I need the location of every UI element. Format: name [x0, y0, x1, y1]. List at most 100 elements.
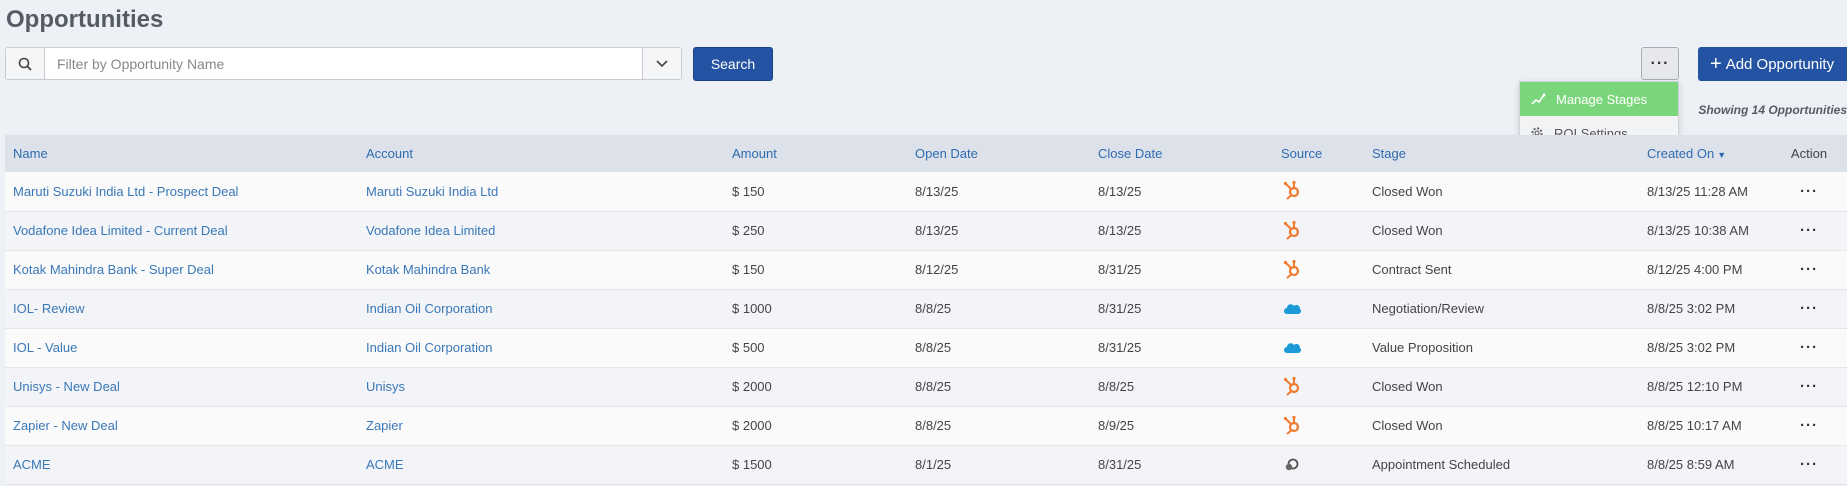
open-date-cell: 8/12/25 [915, 262, 959, 277]
chevron-down-icon[interactable] [642, 48, 681, 79]
source-cell [1273, 328, 1364, 367]
source-cell [1273, 211, 1364, 250]
account-link[interactable]: Zapier [358, 406, 724, 445]
stage-cell: Closed Won [1372, 223, 1443, 238]
source-cell [1273, 406, 1364, 445]
account-link[interactable]: Vodafone Idea Limited [358, 211, 724, 250]
opportunities-table: Name Account Amount Open Date Close Date… [5, 135, 1847, 485]
stage-cell: Negotiation/Review [1372, 301, 1485, 316]
account-link[interactable]: ACME [358, 445, 724, 484]
amount-cell: $ 150 [732, 262, 765, 277]
close-date-cell: 8/8/25 [1098, 379, 1135, 394]
source-cell [1273, 250, 1364, 289]
source-cell [1273, 172, 1364, 211]
created-on-cell: 8/13/25 11:28 AM [1647, 183, 1748, 199]
close-date-cell: 8/31/25 [1098, 457, 1142, 472]
row-actions-button[interactable]: ··· [1771, 211, 1847, 250]
hubspot-icon [1281, 219, 1303, 241]
row-actions-button[interactable]: ··· [1771, 172, 1847, 211]
add-opportunity-button[interactable]: + Add Opportunity [1698, 47, 1847, 81]
table-row[interactable]: IOL- Review Indian Oil Corporation $ 1000 8… [5, 289, 1847, 328]
opportunity-name-link[interactable]: IOL - Value [5, 328, 358, 367]
hubspot-icon [1281, 414, 1303, 436]
table-row[interactable]: Unisys - New Deal Unisys $ 2000 8/8/25 8/8/2… [5, 367, 1847, 406]
created-on-cell: 8/13/25 10:38 AM [1647, 223, 1749, 238]
close-date-cell: 8/31/25 [1098, 262, 1142, 277]
created-on-cell: 8/8/25 12:10 PM [1647, 379, 1743, 394]
row-actions-button[interactable]: ··· [1771, 328, 1847, 367]
open-date-cell: 8/1/25 [915, 457, 952, 472]
amount-cell: $ 2000 [732, 418, 772, 433]
col-header-open-date[interactable]: Open Date [907, 135, 1090, 172]
page-title: Opportunities [6, 6, 164, 33]
col-header-stage[interactable]: Stage [1364, 135, 1639, 172]
created-on-cell: 8/12/25 4:00 PM [1647, 262, 1743, 277]
col-header-created-on[interactable]: Created On ▼ [1639, 135, 1771, 172]
search-input[interactable] [45, 48, 642, 79]
table-row[interactable]: Maruti Suzuki India Ltd - Prospect Deal M… [5, 172, 1847, 211]
close-date-cell: 8/31/25 [1098, 301, 1142, 316]
stage-cell: Appointment Scheduled [1372, 457, 1511, 472]
table-row[interactable]: Kotak Mahindra Bank - Super Deal Kotak Ma… [5, 250, 1847, 289]
opportunity-name-link[interactable]: Zapier - New Deal [5, 406, 358, 445]
stage-cell: Closed Won [1372, 183, 1443, 199]
created-on-cell: 8/8/25 8:59 AM [1647, 457, 1735, 472]
account-link[interactable]: Indian Oil Corporation [358, 328, 724, 367]
table-row[interactable]: IOL - Value Indian Oil Corporation $ 500 8/… [5, 328, 1847, 367]
created-on-cell: 8/8/25 10:17 AM [1647, 418, 1742, 433]
table-row[interactable]: Vodafone Idea Limited - Current Deal Voda… [5, 211, 1847, 250]
search-icon[interactable] [6, 48, 45, 79]
row-actions-button[interactable]: ··· [1771, 406, 1847, 445]
col-header-source[interactable]: Source [1273, 135, 1364, 172]
amount-cell: $ 1500 [732, 457, 772, 472]
table-row[interactable]: Zapier - New Deal Zapier $ 2000 8/8/25 8/9/2… [5, 406, 1847, 445]
row-actions-button[interactable]: ··· [1771, 289, 1847, 328]
opportunity-name-link[interactable]: Kotak Mahindra Bank - Super Deal [5, 250, 358, 289]
search-group [5, 47, 682, 80]
row-actions-button[interactable]: ··· [1771, 250, 1847, 289]
amount-cell: $ 2000 [732, 379, 772, 394]
sort-desc-icon: ▼ [1717, 150, 1727, 160]
opportunity-name-link[interactable]: Vodafone Idea Limited - Current Deal [5, 211, 358, 250]
close-date-cell: 8/31/25 [1098, 340, 1142, 355]
opportunity-name-link[interactable]: ACME [5, 445, 358, 484]
row-actions-button[interactable]: ··· [1771, 445, 1847, 484]
col-header-action: Action [1790, 146, 1828, 161]
amount-cell: $ 150 [732, 183, 765, 199]
menu-item-manage-stages[interactable]: Manage Stages [1520, 82, 1678, 116]
results-count: Showing 14 Opportunities [1698, 103, 1847, 117]
opportunity-name-link[interactable]: IOL- Review [5, 289, 358, 328]
source-cell [1273, 445, 1364, 484]
opportunity-name-link[interactable]: Unisys - New Deal [5, 367, 358, 406]
table-header-row: Name Account Amount Open Date Close Date… [5, 135, 1847, 172]
col-header-amount[interactable]: Amount [724, 135, 907, 172]
account-link[interactable]: Maruti Suzuki India Ltd [358, 172, 724, 211]
account-link[interactable]: Indian Oil Corporation [358, 289, 724, 328]
open-date-cell: 8/8/25 [915, 340, 952, 355]
account-link[interactable]: Kotak Mahindra Bank [358, 250, 724, 289]
more-options-button[interactable]: ··· [1641, 47, 1679, 80]
open-date-cell: 8/8/25 [915, 379, 952, 394]
hubspot-icon [1281, 179, 1303, 201]
source-cell [1273, 367, 1364, 406]
hubspot-icon [1281, 258, 1303, 280]
created-on-cell: 8/8/25 3:02 PM [1647, 301, 1736, 316]
opportunity-name-link[interactable]: Maruti Suzuki India Ltd - Prospect Deal [5, 172, 358, 211]
amount-cell: $ 250 [732, 223, 765, 238]
open-date-cell: 8/8/25 [915, 301, 952, 316]
open-date-cell: 8/13/25 [915, 183, 959, 199]
row-actions-button[interactable]: ··· [1771, 367, 1847, 406]
source-cell [1273, 289, 1364, 328]
table-row[interactable]: ACME ACME $ 1500 8/1/25 8/31/25 Appointment S… [5, 445, 1847, 484]
col-header-close-date[interactable]: Close Date [1090, 135, 1273, 172]
manual-icon [1281, 454, 1303, 476]
col-header-name[interactable]: Name [5, 135, 358, 172]
salesforce-icon [1281, 298, 1303, 320]
stage-cell: Value Proposition [1372, 340, 1473, 355]
search-button[interactable]: Search [693, 47, 773, 81]
salesforce-icon [1281, 337, 1303, 359]
amount-cell: $ 1000 [732, 301, 772, 316]
stage-cell: Closed Won [1372, 379, 1443, 394]
col-header-account[interactable]: Account [358, 135, 724, 172]
account-link[interactable]: Unisys [358, 367, 724, 406]
